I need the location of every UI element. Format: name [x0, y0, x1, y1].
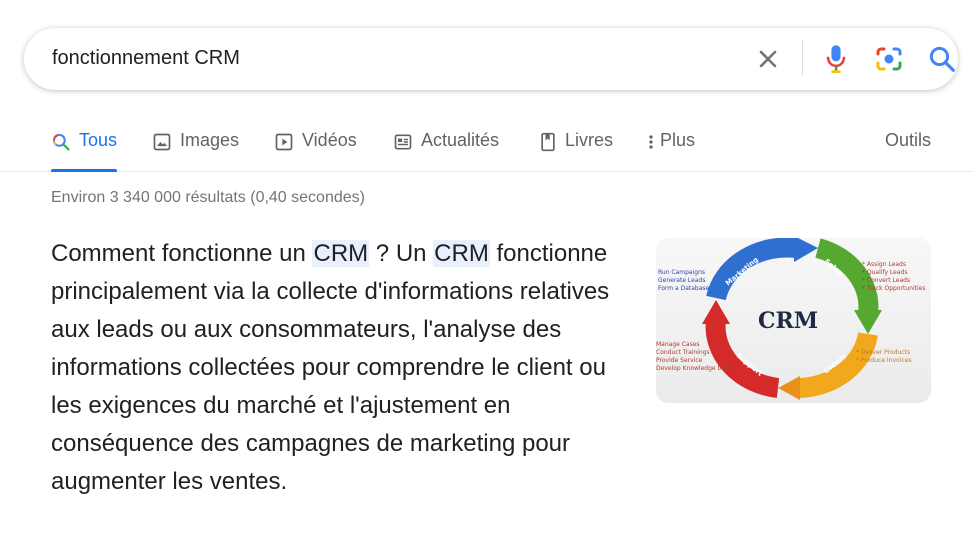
clear-icon[interactable] — [754, 45, 782, 73]
tab-books[interactable]: Livres — [539, 120, 613, 172]
featured-snippet-text: Comment fonctionne un CRM ? Un CRM fonct… — [51, 235, 611, 501]
tools-button[interactable]: Outils — [885, 130, 931, 151]
search-tabs: Tous Images Vidéos Actualités Livres Plu… — [0, 120, 973, 172]
tab-more[interactable]: Plus — [646, 120, 695, 172]
result-stats: Environ 3 340 000 résultats (0,40 second… — [51, 189, 365, 206]
snippet-text: ? Un — [369, 240, 434, 267]
snippet-highlight: CRM — [433, 240, 490, 267]
microphone-icon[interactable] — [822, 43, 850, 75]
search-icon — [52, 133, 70, 151]
snippet-highlight: CRM — [312, 240, 370, 267]
diagram-text: * Track Opportunities — [862, 285, 925, 292]
news-icon — [394, 134, 412, 150]
diagram-text: * Assign Leads — [862, 261, 906, 268]
diagram-text: * Convert Leads — [862, 277, 910, 284]
tab-label: Images — [180, 130, 240, 150]
tab-label: Tous — [79, 130, 118, 150]
lens-camera-icon[interactable] — [874, 45, 904, 73]
diagram-text: Provide Service — [656, 357, 703, 364]
tab-label: Livres — [565, 130, 614, 150]
search-input[interactable]: fonctionnement CRM — [52, 47, 240, 70]
snippet-text: fonctionne principalement via la collect… — [51, 240, 610, 495]
diagram-text: Generate Leads — [658, 277, 705, 284]
search-box[interactable]: fonctionnement CRM — [24, 28, 958, 90]
tab-all[interactable]: Tous — [51, 120, 118, 172]
crm-cycle-diagram: Marketing Sales Orders Support CRM Run C… — [656, 238, 925, 400]
book-icon — [541, 132, 555, 152]
crm-center-label: CRM — [758, 308, 818, 334]
diagram-text: * Qualify Leads — [862, 269, 907, 276]
diagram-text: * Produce Invoices — [856, 357, 912, 364]
search-divider — [802, 40, 803, 76]
tab-videos[interactable]: Vidéos — [274, 120, 357, 172]
image-icon — [153, 133, 171, 151]
more-vert-icon — [649, 135, 653, 149]
search-icon[interactable] — [927, 44, 957, 74]
tab-images[interactable]: Images — [152, 120, 239, 172]
snippet-text: Comment fonctionne un — [51, 240, 313, 267]
diagram-text: Manage Cases — [656, 341, 700, 348]
diagram-text: Form a Database — [658, 285, 710, 292]
video-icon — [275, 133, 293, 151]
diagram-text: Run Campaigns — [658, 269, 705, 276]
tab-label: Plus — [660, 130, 696, 150]
diagram-text: Conduct Trainings — [656, 349, 710, 356]
diagram-text: Develop Knowledge base — [656, 365, 732, 372]
snippet-thumbnail[interactable]: Marketing Sales Orders Support CRM Run C… — [656, 238, 931, 403]
tab-label: Actualités — [421, 130, 500, 150]
tab-label: Vidéos — [302, 130, 357, 150]
tab-news[interactable]: Actualités — [393, 120, 499, 172]
diagram-text: * Deliver Products — [856, 349, 910, 356]
